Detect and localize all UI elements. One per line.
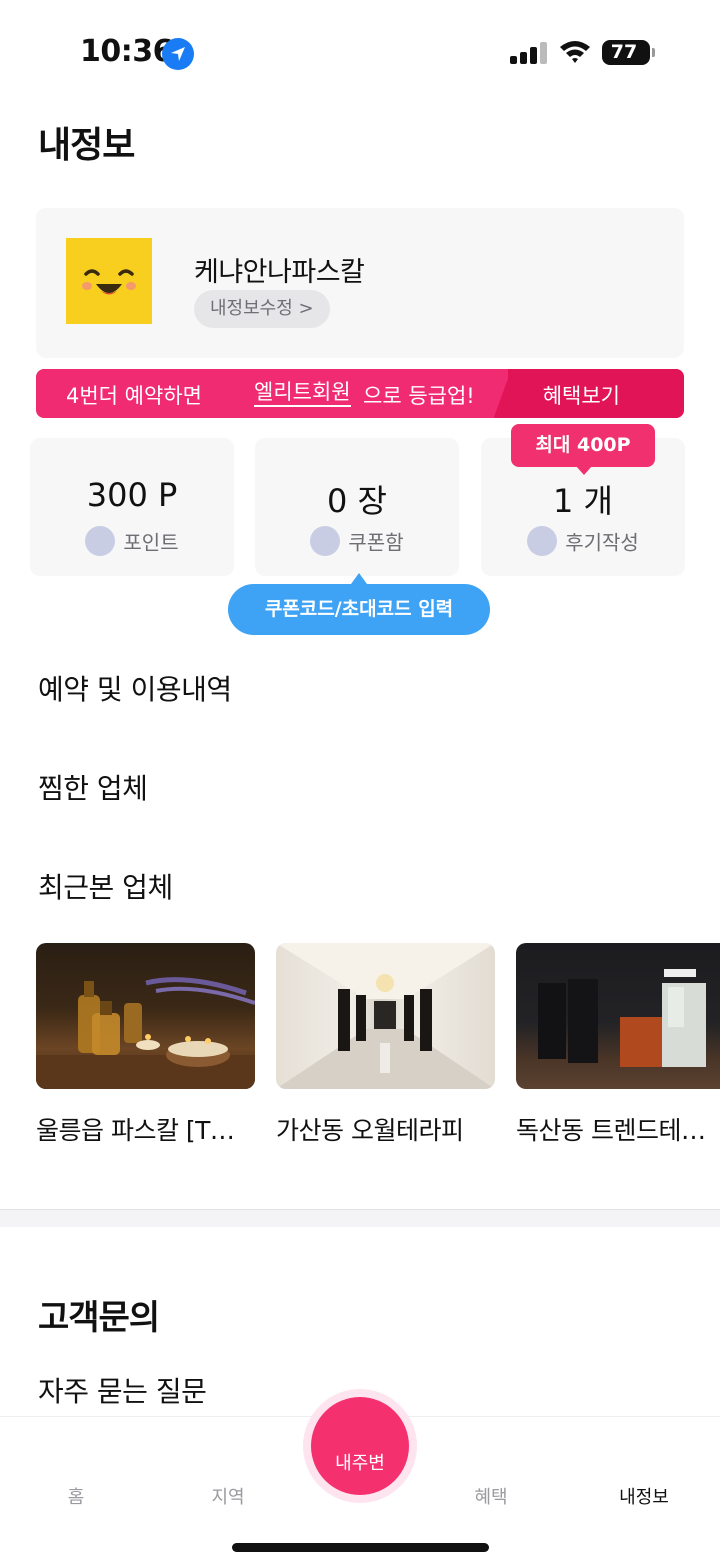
status-time: 10:36 xyxy=(80,34,174,69)
white-hallway-photo xyxy=(276,943,495,1089)
nav-nearby-label: 내주변 xyxy=(335,1453,385,1474)
review-label: 후기작성 xyxy=(565,530,639,555)
points-box[interactable]: 300 P 포인트 xyxy=(30,438,234,576)
review-bonus-tooltip: 최대 400P xyxy=(511,424,655,467)
wifi-icon xyxy=(560,41,590,63)
favorites-menu-item[interactable]: 찜한 업체 xyxy=(38,767,148,807)
avatar[interactable] xyxy=(66,238,152,324)
promo-highlight: 엘리트회원 xyxy=(254,380,351,407)
promo-text-suffix: 으로 등급업! xyxy=(363,384,475,408)
status-bar: 10:36 77 xyxy=(0,0,720,100)
nav-nearby-button[interactable]: 내주변 xyxy=(311,1397,409,1495)
smiley-face-icon xyxy=(82,269,136,295)
customer-support-title: 고객문의 xyxy=(38,1298,160,1338)
faq-menu-item[interactable]: 자주 묻는 질문 xyxy=(38,1370,207,1410)
coupon-label: 쿠폰함 xyxy=(348,530,404,555)
tooltip-arrow xyxy=(351,573,367,584)
profile-card: 케냐안나파스칼 내정보수정 > xyxy=(36,208,684,358)
battery-icon: 77 xyxy=(602,40,655,65)
points-icon xyxy=(85,526,116,556)
battery-level: 77 xyxy=(610,41,638,63)
location-arrow-icon xyxy=(162,38,194,70)
aroma-candles-photo xyxy=(36,943,255,1089)
page-title: 내정보 xyxy=(38,125,135,166)
tooltip-arrow xyxy=(576,466,592,475)
recent-place-name: 가산동 오월테라피 xyxy=(276,1116,464,1145)
points-value: 300 P xyxy=(86,476,178,514)
coupon-icon xyxy=(310,526,341,556)
cellular-signal-icon xyxy=(510,42,548,64)
section-divider xyxy=(0,1209,720,1227)
promo-text: 4번더 예약하면 xyxy=(66,384,202,408)
coupon-box[interactable]: 0 장 쿠폰함 xyxy=(255,438,459,576)
nav-region[interactable]: 지역 xyxy=(178,1483,278,1509)
edit-profile-button[interactable]: 내정보수정 > xyxy=(194,290,330,328)
membership-promo-banner[interactable]: 4번더 예약하면 엘리트회원 으로 등급업! 혜택보기 xyxy=(36,369,684,418)
recent-place-name: 울릉읍 파스칼 [T… xyxy=(36,1116,235,1145)
bottom-navigation: 홈 지역 내주변 혜택 내정보 xyxy=(0,1389,720,1564)
coupon-code-button[interactable]: 쿠폰코드/초대코드 입력 xyxy=(228,584,490,635)
review-icon xyxy=(527,526,558,556)
review-value: 1 개 xyxy=(553,482,613,520)
home-indicator xyxy=(232,1543,489,1552)
points-label: 포인트 xyxy=(123,530,179,555)
coupon-value: 0 장 xyxy=(327,482,387,520)
view-benefits-link[interactable]: 혜택보기 xyxy=(543,380,620,410)
dark-room-photo xyxy=(516,943,720,1089)
recent-menu-header: 최근본 업체 xyxy=(38,871,173,904)
nav-home[interactable]: 홈 xyxy=(26,1483,126,1509)
nav-benefits[interactable]: 혜택 xyxy=(441,1483,541,1509)
nav-my-info[interactable]: 내정보 xyxy=(594,1483,694,1509)
recent-place-name: 독산동 트렌드테… xyxy=(516,1116,706,1145)
username: 케냐안나파스칼 xyxy=(194,257,365,288)
reservations-menu-item[interactable]: 예약 및 이용내역 xyxy=(38,668,232,708)
